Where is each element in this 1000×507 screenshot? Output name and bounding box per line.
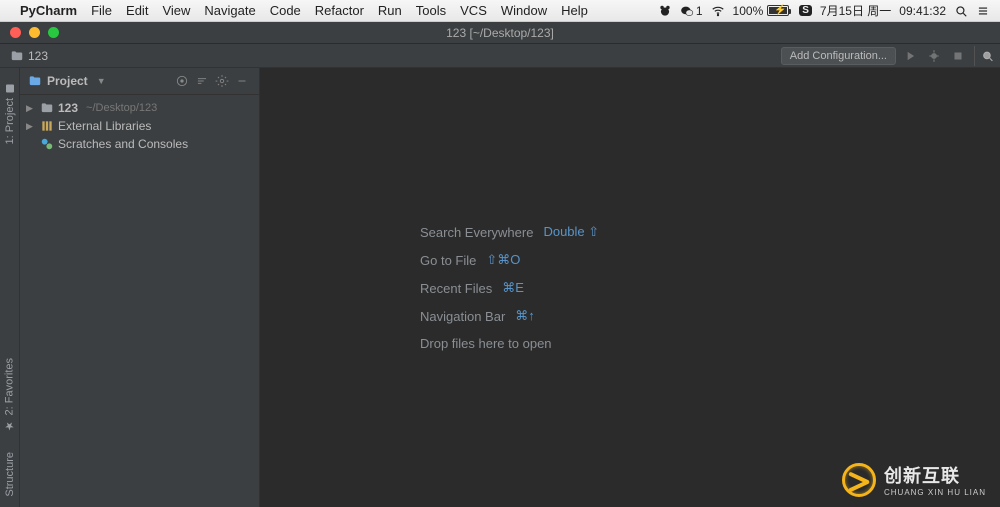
watermark-en: CHUANG XIN HU LIAN bbox=[884, 488, 986, 497]
window-title: 123 [~/Desktop/123] bbox=[446, 26, 554, 40]
library-icon bbox=[40, 119, 54, 133]
structure-tool-tab[interactable]: Structure bbox=[4, 452, 16, 497]
project-tree: ▶ 123 ~/Desktop/123 ▶ External Libraries… bbox=[20, 95, 259, 157]
mac-menubar: PyCharm File Edit View Navigate Code Ref… bbox=[0, 0, 1000, 22]
left-gutter: 1: Project ★ 2: Favorites Structure bbox=[0, 68, 20, 507]
editor-empty-state[interactable]: Search Everywhere Double ⇧ Go to File ⇧⌘… bbox=[260, 68, 1000, 507]
folder-icon bbox=[40, 101, 54, 115]
menu-navigate[interactable]: Navigate bbox=[204, 3, 255, 18]
chevron-right-icon: ▶ bbox=[26, 121, 36, 132]
tree-root-name: 123 bbox=[58, 101, 78, 115]
locate-icon[interactable] bbox=[173, 72, 191, 90]
menu-vcs[interactable]: VCS bbox=[460, 3, 487, 18]
window-controls bbox=[0, 27, 59, 38]
app-name[interactable]: PyCharm bbox=[20, 3, 77, 18]
tree-scratches-row[interactable]: Scratches and Consoles bbox=[20, 135, 259, 153]
favorites-tool-tab[interactable]: ★ 2: Favorites bbox=[3, 358, 16, 432]
breadcrumb[interactable]: 123 bbox=[6, 49, 48, 63]
tree-root-row[interactable]: ▶ 123 ~/Desktop/123 bbox=[20, 99, 259, 117]
wechat-badge: 1 bbox=[696, 4, 703, 18]
stop-button[interactable] bbox=[948, 46, 968, 66]
battery-icon: ⚡ bbox=[767, 5, 789, 16]
status-time[interactable]: 09:41:32 bbox=[899, 4, 946, 18]
hide-panel-icon[interactable] bbox=[233, 72, 251, 90]
search-everywhere-button[interactable] bbox=[974, 46, 994, 66]
project-tool-tab[interactable]: 1: Project bbox=[4, 82, 16, 144]
folder-icon bbox=[10, 49, 24, 63]
navigation-toolbar: 123 Add Configuration... bbox=[0, 44, 1000, 68]
shortcut-label: ⇧⌘O bbox=[486, 252, 520, 268]
run-button[interactable] bbox=[900, 46, 920, 66]
project-icon bbox=[4, 82, 16, 94]
breadcrumb-root: 123 bbox=[28, 49, 48, 63]
collapse-all-icon[interactable] bbox=[193, 72, 211, 90]
project-view-selector[interactable]: Project ▼ bbox=[28, 74, 106, 88]
shortcut-label: ⌘↑ bbox=[515, 308, 535, 324]
menu-run[interactable]: Run bbox=[378, 3, 402, 18]
tree-root-path: ~/Desktop/123 bbox=[86, 102, 157, 114]
menu-help[interactable]: Help bbox=[561, 3, 588, 18]
menu-window[interactable]: Window bbox=[501, 3, 547, 18]
window-zoom-button[interactable] bbox=[48, 27, 59, 38]
welcome-goto-file: Go to File ⇧⌘O bbox=[420, 252, 520, 268]
status-input-source-icon[interactable]: S bbox=[799, 5, 812, 16]
status-notification-center-icon[interactable] bbox=[976, 4, 990, 18]
project-tool-header: Project ▼ bbox=[20, 68, 259, 95]
project-view-title: Project bbox=[47, 74, 88, 88]
menu-view[interactable]: View bbox=[162, 3, 190, 18]
welcome-search-everywhere: Search Everywhere Double ⇧ bbox=[420, 224, 599, 240]
status-wifi-icon[interactable] bbox=[711, 4, 725, 18]
window-close-button[interactable] bbox=[10, 27, 21, 38]
welcome-nav-bar: Navigation Bar ⌘↑ bbox=[420, 308, 535, 324]
shortcut-label: ⌘E bbox=[502, 280, 524, 296]
chevron-right-icon: ▶ bbox=[26, 103, 36, 114]
status-spotlight-icon[interactable] bbox=[954, 4, 968, 18]
watermark-cn: 创新互联 bbox=[884, 462, 986, 488]
menu-tools[interactable]: Tools bbox=[416, 3, 446, 18]
watermark-logo: 创新互联 CHUANG XIN HU LIAN bbox=[842, 462, 986, 497]
tree-external-libraries-row[interactable]: ▶ External Libraries bbox=[20, 117, 259, 135]
tree-ext-lib-label: External Libraries bbox=[58, 119, 151, 133]
debug-button[interactable] bbox=[924, 46, 944, 66]
watermark-icon bbox=[842, 463, 876, 497]
window-titlebar: 123 [~/Desktop/123] bbox=[0, 22, 1000, 44]
status-bear-icon[interactable] bbox=[658, 4, 672, 18]
add-configuration-button[interactable]: Add Configuration... bbox=[781, 47, 896, 65]
menu-refactor[interactable]: Refactor bbox=[315, 3, 364, 18]
status-battery[interactable]: 100% ⚡ bbox=[733, 4, 792, 18]
battery-percent: 100% bbox=[733, 4, 764, 18]
scratches-icon bbox=[40, 137, 54, 151]
welcome-drop-files: Drop files here to open bbox=[420, 336, 552, 351]
window-minimize-button[interactable] bbox=[29, 27, 40, 38]
star-icon: ★ bbox=[3, 419, 16, 432]
tree-scratches-label: Scratches and Consoles bbox=[58, 137, 188, 151]
gear-icon[interactable] bbox=[213, 72, 231, 90]
status-date[interactable]: 7月15日 周一 bbox=[820, 2, 891, 19]
chevron-down-icon: ▼ bbox=[97, 76, 106, 86]
shortcut-label: Double ⇧ bbox=[543, 224, 599, 240]
status-wechat-icon[interactable]: 1 bbox=[680, 4, 703, 18]
project-icon bbox=[28, 74, 42, 88]
menu-file[interactable]: File bbox=[91, 3, 112, 18]
project-tool-window: Project ▼ ▶ 123 ~/Desktop/123 ▶ External… bbox=[20, 68, 260, 507]
menu-edit[interactable]: Edit bbox=[126, 3, 148, 18]
welcome-recent-files: Recent Files ⌘E bbox=[420, 280, 524, 296]
menu-code[interactable]: Code bbox=[270, 3, 301, 18]
